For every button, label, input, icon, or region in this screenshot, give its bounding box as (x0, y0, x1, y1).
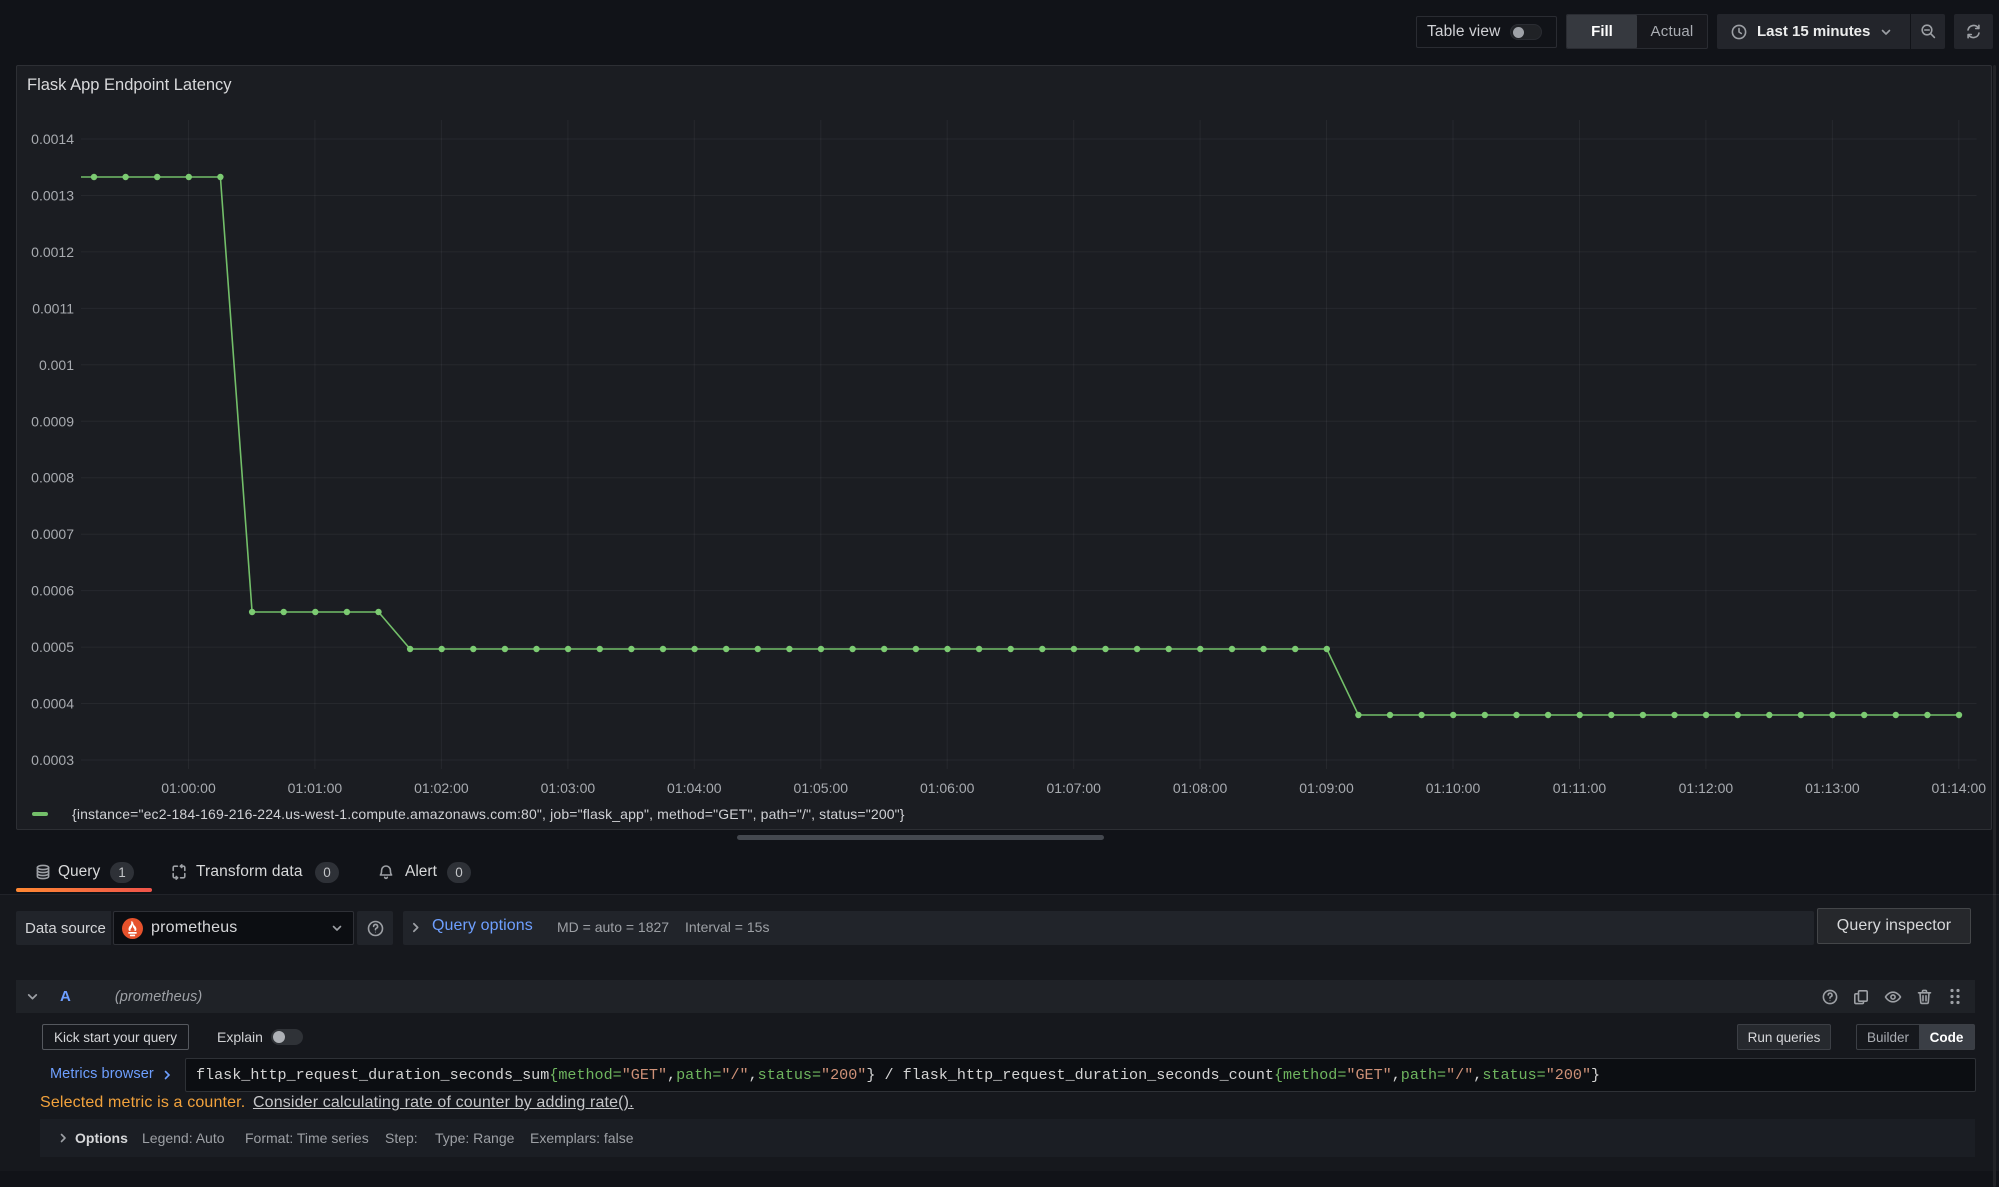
svg-text:01:09:00: 01:09:00 (1299, 780, 1354, 796)
svg-text:01:06:00: 01:06:00 (920, 780, 975, 796)
svg-text:01:01:00: 01:01:00 (288, 780, 343, 796)
svg-text:01:11:00: 01:11:00 (1553, 780, 1607, 796)
svg-text:01:14:00: 01:14:00 (1932, 780, 1987, 796)
svg-text:0.0003: 0.0003 (31, 752, 74, 768)
svg-text:01:07:00: 01:07:00 (1046, 780, 1101, 796)
svg-text:01:08:00: 01:08:00 (1173, 780, 1228, 796)
svg-text:0.001: 0.001 (39, 357, 74, 373)
svg-text:01:00:00: 01:00:00 (161, 780, 216, 796)
svg-text:0.0007: 0.0007 (31, 526, 74, 542)
svg-text:0.0013: 0.0013 (31, 188, 74, 204)
svg-text:0.0009: 0.0009 (31, 413, 74, 429)
svg-text:01:10:00: 01:10:00 (1426, 780, 1481, 796)
svg-text:01:13:00: 01:13:00 (1805, 780, 1860, 796)
svg-text:01:02:00: 01:02:00 (414, 780, 469, 796)
svg-text:0.0006: 0.0006 (31, 583, 74, 599)
svg-text:0.0004: 0.0004 (31, 696, 74, 712)
svg-text:0.0005: 0.0005 (31, 639, 74, 655)
svg-text:0.0012: 0.0012 (31, 244, 74, 260)
svg-text:01:05:00: 01:05:00 (794, 780, 849, 796)
svg-text:0.0008: 0.0008 (31, 470, 74, 486)
svg-text:0.0014: 0.0014 (31, 131, 74, 147)
svg-text:01:03:00: 01:03:00 (541, 780, 596, 796)
svg-text:01:12:00: 01:12:00 (1679, 780, 1734, 796)
svg-text:01:04:00: 01:04:00 (667, 780, 722, 796)
svg-text:0.0011: 0.0011 (32, 300, 74, 316)
